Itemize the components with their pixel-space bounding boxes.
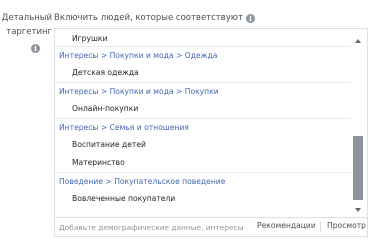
info-icon[interactable]: i bbox=[31, 44, 40, 53]
browse-link[interactable]: Просмотр bbox=[327, 222, 366, 230]
interest-item[interactable]: Воспитание детей bbox=[55, 136, 351, 154]
recommendations-link[interactable]: Рекомендации bbox=[257, 222, 316, 230]
include-header: Включить людей, которые соответствуют i bbox=[54, 14, 255, 23]
targeting-footer: Рекомендации Просмотр bbox=[55, 217, 367, 236]
scroll-thumb[interactable] bbox=[353, 136, 363, 200]
interest-item[interactable]: Игрушки bbox=[55, 29, 351, 46]
interest-item[interactable]: Материнство bbox=[55, 154, 351, 172]
interest-item[interactable]: Вовлеченные покупатели bbox=[55, 190, 351, 208]
category-path: Интересы > Семья и отношения bbox=[55, 118, 351, 136]
include-header-text: Включить людей, которые соответствуют bbox=[54, 13, 243, 23]
section-label-line2: таргетинг bbox=[6, 27, 52, 37]
detailed-targeting-section: Детальный таргетинг i Включить людей, ко… bbox=[0, 0, 375, 242]
footer-divider bbox=[320, 221, 321, 232]
category-path: Поведение > Покупательское поведение bbox=[55, 172, 351, 190]
targeting-search-input[interactable] bbox=[59, 221, 245, 233]
category-path: Интересы > Покупки и мода > Одежда bbox=[55, 46, 351, 64]
scroll-up-arrow-icon[interactable] bbox=[355, 39, 361, 43]
targeting-box: Игрушки Интересы > Покупки и мода > Одежд… bbox=[54, 28, 368, 237]
scrollbar[interactable] bbox=[352, 30, 365, 216]
category-path: Интересы > Покупки и мода > Покупки bbox=[55, 82, 351, 100]
section-label-line1: Детальный bbox=[1, 13, 52, 23]
scroll-down-arrow-icon[interactable] bbox=[355, 208, 361, 212]
interest-item[interactable]: Онлайн-покупки bbox=[55, 100, 351, 118]
interest-item[interactable]: Детская одежда bbox=[55, 64, 351, 82]
selected-targeting-list: Игрушки Интересы > Покупки и мода > Одежд… bbox=[55, 29, 351, 217]
info-icon[interactable]: i bbox=[245, 14, 255, 23]
